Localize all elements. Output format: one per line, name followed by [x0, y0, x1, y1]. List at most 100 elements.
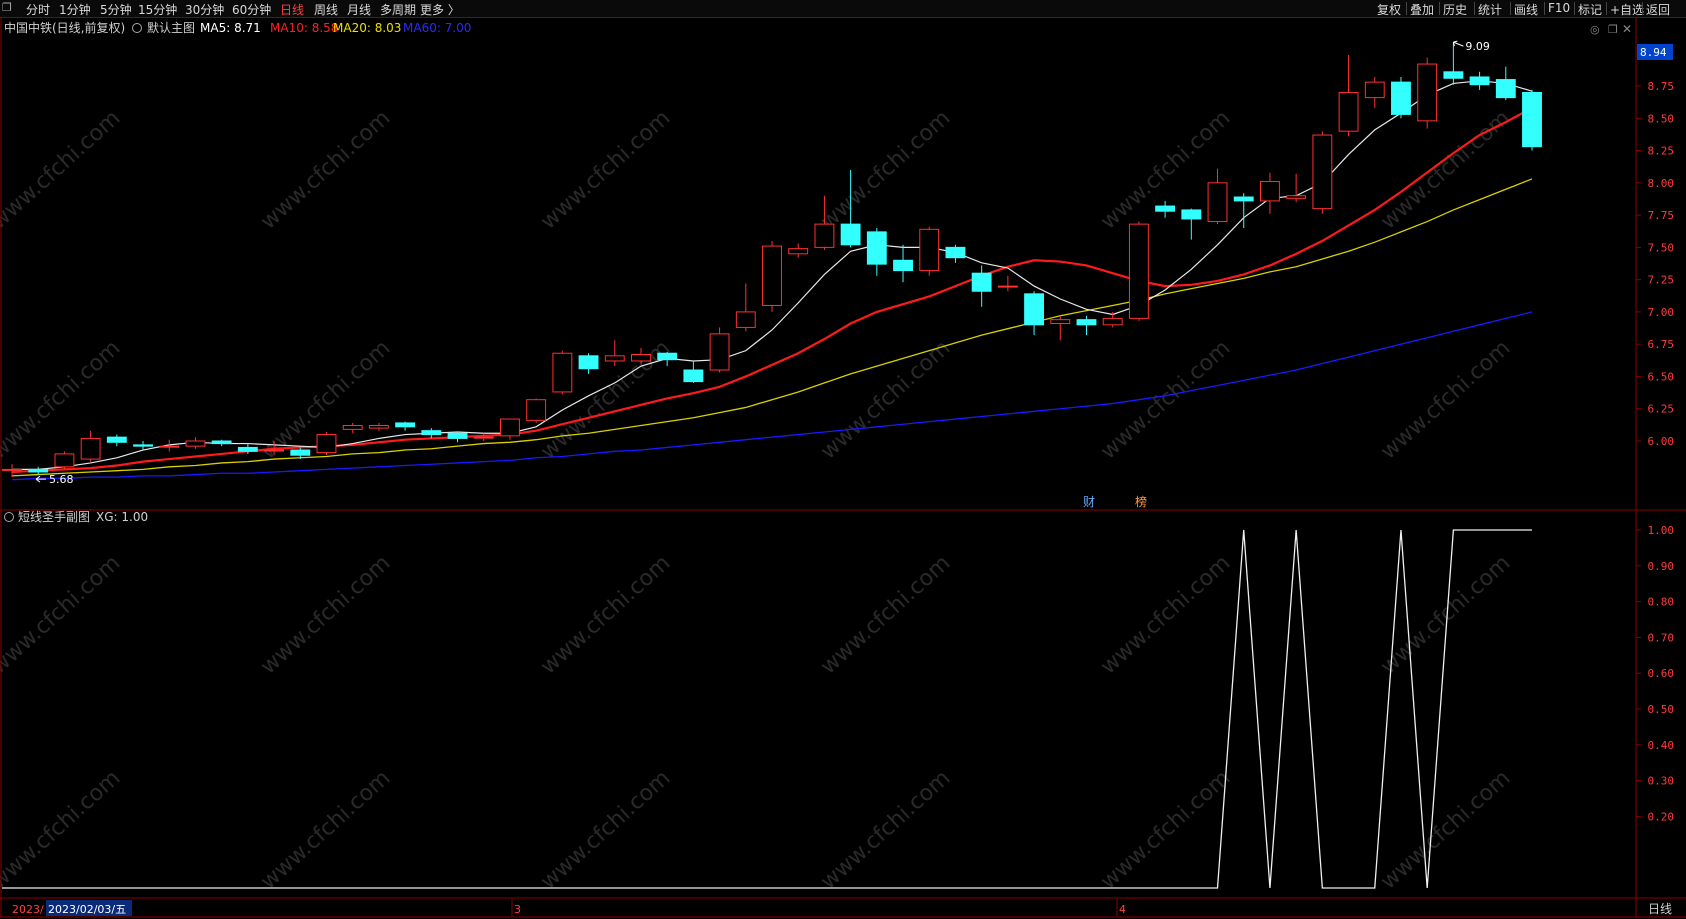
candle-body-39	[1024, 293, 1045, 326]
candle-21	[552, 350, 573, 395]
main-tick-label-3: 6.75	[1648, 338, 1675, 351]
candle-body-50	[1312, 134, 1333, 210]
restore-panel-icon[interactable]: ❐	[1608, 23, 1618, 36]
main-tick-label-1: 6.25	[1648, 403, 1675, 416]
candle-body-49	[1286, 195, 1307, 199]
sub-tick-label-6: 0.80	[1648, 596, 1675, 609]
candle-15	[395, 421, 416, 431]
main-legend: 中国中铁(日线,前复权) 默认主图 MA5: 8.71 MA10: 8.58 M…	[4, 20, 471, 35]
candle-4	[106, 434, 127, 447]
candle-23	[604, 340, 625, 367]
candle-34	[893, 244, 913, 283]
candle-body-14	[368, 425, 389, 429]
watermark-3: www.cfchi.com	[816, 106, 955, 235]
cursor-date: 2023/02/03/五	[48, 903, 126, 916]
finance-marker[interactable]: 财	[1083, 495, 1095, 509]
candle-body-19	[499, 418, 520, 437]
candle-body-46	[1207, 182, 1228, 223]
candle-37	[971, 265, 992, 307]
candle-body-9	[237, 446, 258, 452]
ma60-label: MA60: 7.00	[403, 21, 471, 35]
candle-body-51	[1338, 91, 1359, 132]
watermark-18: www.cfchi.com	[0, 766, 125, 895]
candle-26	[683, 360, 704, 383]
candle-body-31	[814, 223, 835, 248]
month-4-label: 4	[1119, 903, 1126, 916]
main-tick-label-6: 7.50	[1648, 241, 1675, 254]
xg-line	[2, 529, 1532, 889]
sub-tick-label-1: 0.30	[1648, 775, 1675, 788]
candle-7	[185, 437, 206, 449]
candle-body-21	[552, 352, 573, 393]
candle-body-27	[709, 333, 730, 371]
main-tick-label-8: 8.00	[1648, 177, 1675, 190]
watermark-10: www.cfchi.com	[1096, 336, 1235, 465]
watermark-16: www.cfchi.com	[1096, 551, 1235, 680]
watermark-17: www.cfchi.com	[1376, 551, 1515, 680]
candle-58	[1522, 89, 1542, 151]
candle-body-11	[290, 449, 311, 456]
chart-canvas: www.cfchi.com www.cfchi.com www.cfchi.com w…	[0, 18, 1686, 918]
watermark-19: www.cfchi.com	[256, 766, 395, 895]
ranking-marker[interactable]: 榜	[1135, 494, 1147, 509]
candle-body-7	[185, 440, 206, 447]
candle-14	[368, 422, 389, 431]
ma60-line	[11, 311, 1533, 481]
candle-47	[1233, 193, 1254, 228]
watermark-12: www.cfchi.com	[0, 551, 125, 680]
candle-43	[1128, 221, 1149, 321]
candle-49	[1286, 173, 1307, 203]
main-tick-label-11: 8.75	[1648, 80, 1675, 93]
sub-settings-gear-icon[interactable]	[4, 512, 14, 522]
watermark-0: www.cfchi.com	[0, 106, 125, 235]
candle-20	[526, 398, 547, 423]
sub-tick-label-7: 0.90	[1648, 560, 1675, 573]
sub-legend: 短线圣手副图 XG: 1.00	[4, 510, 148, 524]
candle-44	[1155, 200, 1176, 218]
candle-29	[762, 240, 782, 312]
candle-body-5	[133, 444, 153, 447]
candle-body-43	[1128, 223, 1149, 319]
zoom-icon[interactable]: ◎	[1590, 23, 1600, 36]
candle-27	[709, 327, 730, 373]
candle-36	[945, 244, 966, 263]
watermark-20: www.cfchi.com	[536, 766, 675, 895]
candle-body-37	[971, 272, 992, 292]
candle-17	[447, 431, 468, 443]
candle-body-22	[578, 355, 599, 370]
sub-tick-label-3: 0.50	[1648, 703, 1675, 716]
candle-35	[919, 226, 940, 276]
candle-body-28	[735, 311, 756, 328]
candle-8	[211, 439, 232, 447]
candle-39	[1024, 291, 1045, 336]
candle-19	[499, 418, 520, 440]
candle-body-38	[997, 285, 1018, 288]
high-annotation: 9.09	[1452, 40, 1490, 53]
candle-13	[342, 422, 363, 434]
candle-body-33	[866, 231, 887, 265]
candle-body-34	[893, 259, 913, 272]
main-tick-label-10: 8.50	[1648, 112, 1675, 125]
sub-tick-label-8: 1.00	[1648, 524, 1675, 537]
settings-gear-icon[interactable]	[132, 23, 142, 33]
candle-6	[159, 439, 180, 452]
close-panel-icon[interactable]: ✕	[1622, 22, 1632, 36]
candle-22	[578, 353, 599, 374]
stock-title: 中国中铁(日线,前复权)	[4, 20, 125, 35]
candle-body-4	[106, 436, 127, 443]
candle-body-55	[1443, 71, 1464, 79]
candle-body-29	[762, 245, 782, 306]
date-year-fragment: 2023/	[12, 903, 44, 916]
candle-body-32	[840, 223, 861, 246]
svg-text:5.68: 5.68	[49, 473, 74, 486]
candle-body-16	[421, 430, 442, 436]
candle-body-42	[1102, 317, 1123, 326]
period-button[interactable]: 日线	[1648, 902, 1672, 916]
current-price-value: 8.94	[1640, 46, 1667, 59]
candle-41	[1076, 315, 1097, 336]
candle-body-57	[1495, 79, 1516, 99]
candle-body-13	[342, 425, 363, 430]
candle-body-17	[447, 432, 468, 439]
ma20-label: MA20: 8.03	[333, 21, 401, 35]
watermark-23: www.cfchi.com	[1376, 766, 1515, 895]
